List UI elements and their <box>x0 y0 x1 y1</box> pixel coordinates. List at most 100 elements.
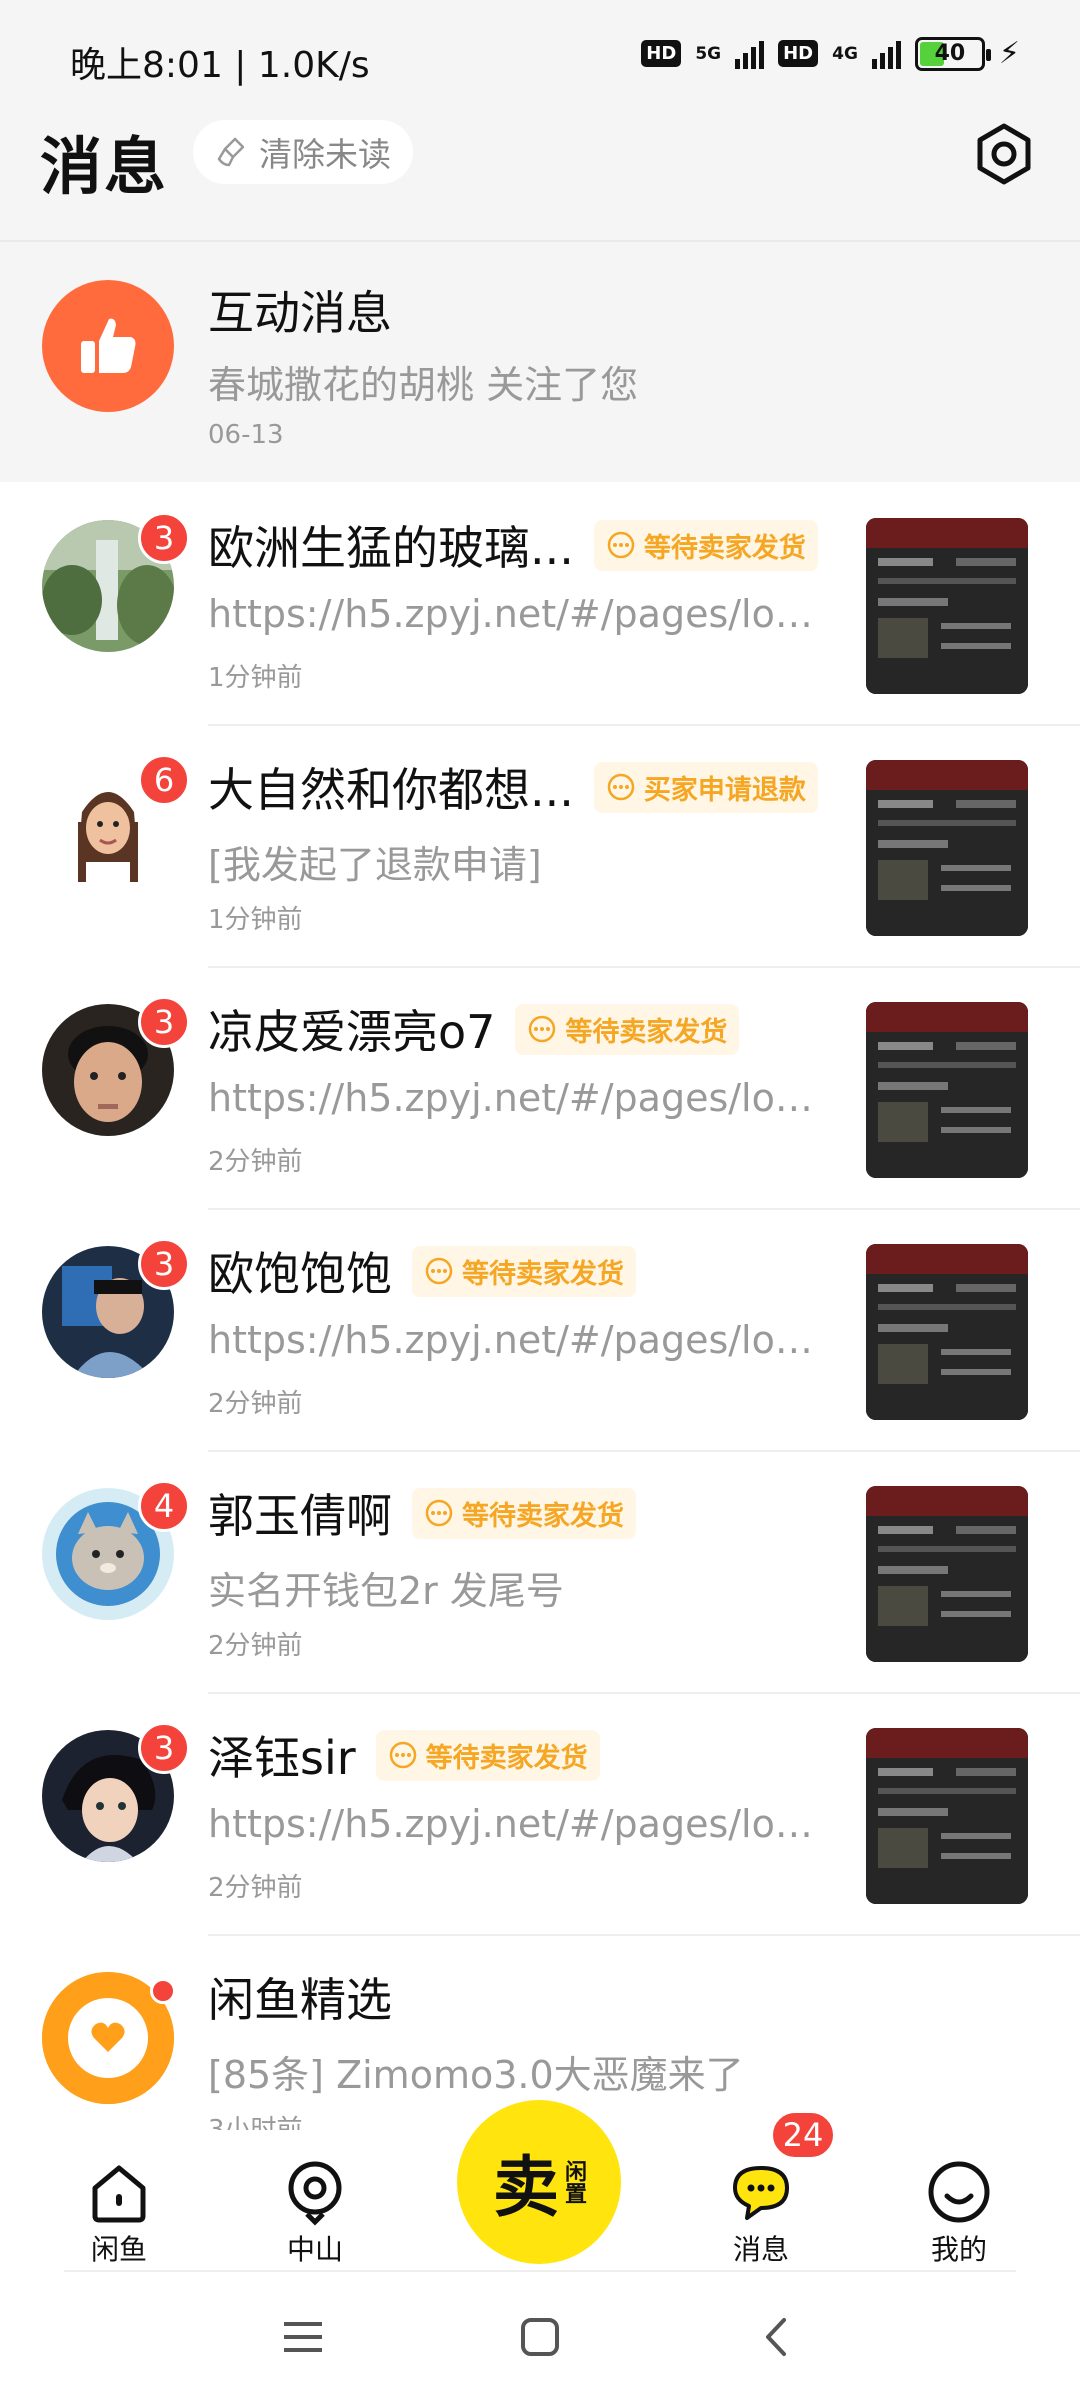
system-nav-bar <box>0 2272 1080 2400</box>
charging-icon: ⚡ <box>998 36 1020 71</box>
goods-thumbnail[interactable] <box>866 1486 1028 1662</box>
unread-badge: 3 <box>138 1722 190 1774</box>
divider <box>208 1692 1080 1694</box>
thumbs-up-icon <box>81 318 136 373</box>
order-status-label: 等待卖家发货 <box>565 1016 728 1048</box>
status-time: 晚上8:01 | 1.0K/s <box>70 45 370 86</box>
signal-icon <box>871 39 901 69</box>
message-time: 2分钟前 <box>208 1631 303 1661</box>
order-status-tag: 等待卖家发货 <box>593 519 818 571</box>
order-status-tag: 等待卖家发货 <box>412 1487 636 1539</box>
battery-level: 40 <box>934 41 966 66</box>
goods-thumbnail[interactable] <box>866 760 1028 936</box>
order-status-label: 等待卖家发货 <box>425 1742 588 1774</box>
interaction-messages-row[interactable]: 互动消息 春城撒花的胡桃 关注了您 06-13 <box>0 240 1080 482</box>
status-bar: 晚上8:01 | 1.0K/s HD 5G HD 4G 40 ⚡ <box>0 0 1080 110</box>
unread-badge: 6 <box>138 754 190 806</box>
last-message: https://h5.zpyj.net/#/pages/logi... <box>208 1076 828 1120</box>
messages-count-badge: 24 <box>770 2110 836 2160</box>
featured-title: 闲鱼精选 <box>208 1973 392 2027</box>
more-dots-icon <box>607 773 635 801</box>
order-status-label: 等待卖家发货 <box>643 532 806 564</box>
nav-mine[interactable]: 我的 <box>904 2158 1014 2268</box>
goods-thumbnail[interactable] <box>866 1002 1028 1178</box>
conversation-row[interactable]: 6 大自然和你都想... 买家申请退款 [我发起了退款申请] 1分钟前 <box>0 724 1080 966</box>
settings-icon[interactable] <box>970 120 1038 188</box>
hd-icon: HD <box>778 40 819 67</box>
hd-icon: HD <box>641 40 682 67</box>
sell-sub-label: 闲置 <box>561 2160 586 2204</box>
chat-bubble-icon <box>733 2166 789 2220</box>
interaction-message: 春城撒花的胡桃 关注了您 <box>208 363 639 407</box>
network-4g-label: 4G <box>832 43 858 64</box>
order-status-tag: 等待卖家发货 <box>515 1003 740 1055</box>
more-dots-icon <box>529 1015 556 1043</box>
goods-thumbnail[interactable] <box>866 1244 1028 1420</box>
message-time: 1分钟前 <box>208 663 303 693</box>
contact-name: 欧饱饱饱 <box>208 1247 392 1301</box>
conversation-row[interactable]: 3 欧饱饱饱 等待卖家发货 https://h5.zpyj.net/#/page… <box>0 1208 1080 1450</box>
nav-messages-label: 消息 <box>732 2233 789 2266</box>
divider <box>208 966 1080 968</box>
order-status-tag: 买家申请退款 <box>593 761 818 813</box>
clear-unread-button[interactable]: 清除未读 <box>193 120 413 184</box>
sell-button[interactable]: 卖 闲置 <box>457 2100 621 2264</box>
more-dots-icon <box>389 1741 416 1769</box>
nav-city[interactable]: 中山 <box>260 2158 370 2268</box>
conversation-row[interactable]: 4 郭玉倩啊 等待卖家发货 实名开钱包2r 发尾号 2分钟前 <box>0 1450 1080 1692</box>
last-message: 实名开钱包2r 发尾号 <box>208 1569 564 1613</box>
smile-profile-icon <box>928 2161 990 2223</box>
sell-label: 卖 <box>493 2149 559 2226</box>
order-status-label: 等待卖家发货 <box>462 1500 624 1532</box>
nav-city-label: 中山 <box>286 2233 343 2266</box>
more-dots-icon <box>425 1257 453 1285</box>
order-status-label: 买家申请退款 <box>643 774 806 806</box>
battery-icon: 40 <box>914 36 991 71</box>
divider <box>208 1934 1080 1936</box>
signal-icon <box>735 39 765 69</box>
order-status-label: 等待卖家发货 <box>462 1258 624 1290</box>
message-time: 2分钟前 <box>208 1389 303 1419</box>
conversation-row[interactable]: 3 凉皮爱漂亮o7 等待卖家发货 https://h5.zpyj.net/#/p… <box>0 966 1080 1208</box>
menu-icon[interactable] <box>278 2312 328 2362</box>
back-icon[interactable] <box>752 2312 802 2362</box>
like-avatar <box>42 280 174 412</box>
location-icon <box>288 2161 342 2226</box>
conversation-row[interactable]: 3 泽钰sir 等待卖家发货 https://h5.zpyj.net/#/pag… <box>0 1692 1080 1934</box>
unread-badge: 3 <box>138 1238 190 1290</box>
network-5g-label: 5G <box>695 43 722 64</box>
goods-thumbnail[interactable] <box>866 1728 1028 1904</box>
unread-badge: 3 <box>138 512 190 564</box>
contact-name: 郭玉倩啊 <box>208 1489 392 1543</box>
bottom-nav: 闲鱼 中山 卖 闲置 消息 24 我的 <box>0 2100 1080 2270</box>
divider <box>208 724 1080 726</box>
page-title: 消息 <box>40 130 169 203</box>
nav-messages[interactable]: 消息 <box>706 2158 816 2268</box>
interaction-title: 互动消息 <box>208 286 392 340</box>
new-dot <box>150 1978 176 2004</box>
nav-home-label: 闲鱼 <box>90 2233 147 2266</box>
order-status-tag: 等待卖家发货 <box>375 1729 600 1781</box>
last-message: https://h5.zpyj.net/#/pages/logi... <box>208 1318 828 1362</box>
goods-thumbnail[interactable] <box>866 518 1028 694</box>
contact-name: 凉皮爱漂亮o7 <box>208 1005 496 1059</box>
order-status-tag: 等待卖家发货 <box>412 1245 636 1297</box>
divider <box>208 1208 1080 1210</box>
divider <box>208 1450 1080 1452</box>
broom-icon <box>217 137 245 167</box>
message-time: 2分钟前 <box>208 1873 303 1903</box>
conversation-row[interactable]: 3 欧洲生猛的玻璃... 等待卖家发货 https://h5.zpyj.net/… <box>0 482 1080 724</box>
message-time: 1分钟前 <box>208 905 303 935</box>
last-message: https://h5.zpyj.net/#/pages/logi... <box>208 1802 828 1846</box>
home-square-icon[interactable] <box>515 2312 565 2362</box>
contact-name: 大自然和你都想... <box>208 763 574 817</box>
last-message: [我发起了退款申请] <box>208 843 542 887</box>
nav-home[interactable]: 闲鱼 <box>64 2158 174 2268</box>
interaction-time: 06-13 <box>208 420 284 450</box>
more-dots-icon <box>425 1499 453 1527</box>
page-header: 消息 清除未读 <box>0 110 1080 240</box>
contact-name: 泽钰sir <box>208 1731 356 1785</box>
unread-badge: 4 <box>138 1480 190 1532</box>
last-message: https://h5.zpyj.net/#/pages/logi... <box>208 592 828 636</box>
featured-message: [85条] Zimomo3.0大恶魔来了 <box>208 2053 744 2097</box>
